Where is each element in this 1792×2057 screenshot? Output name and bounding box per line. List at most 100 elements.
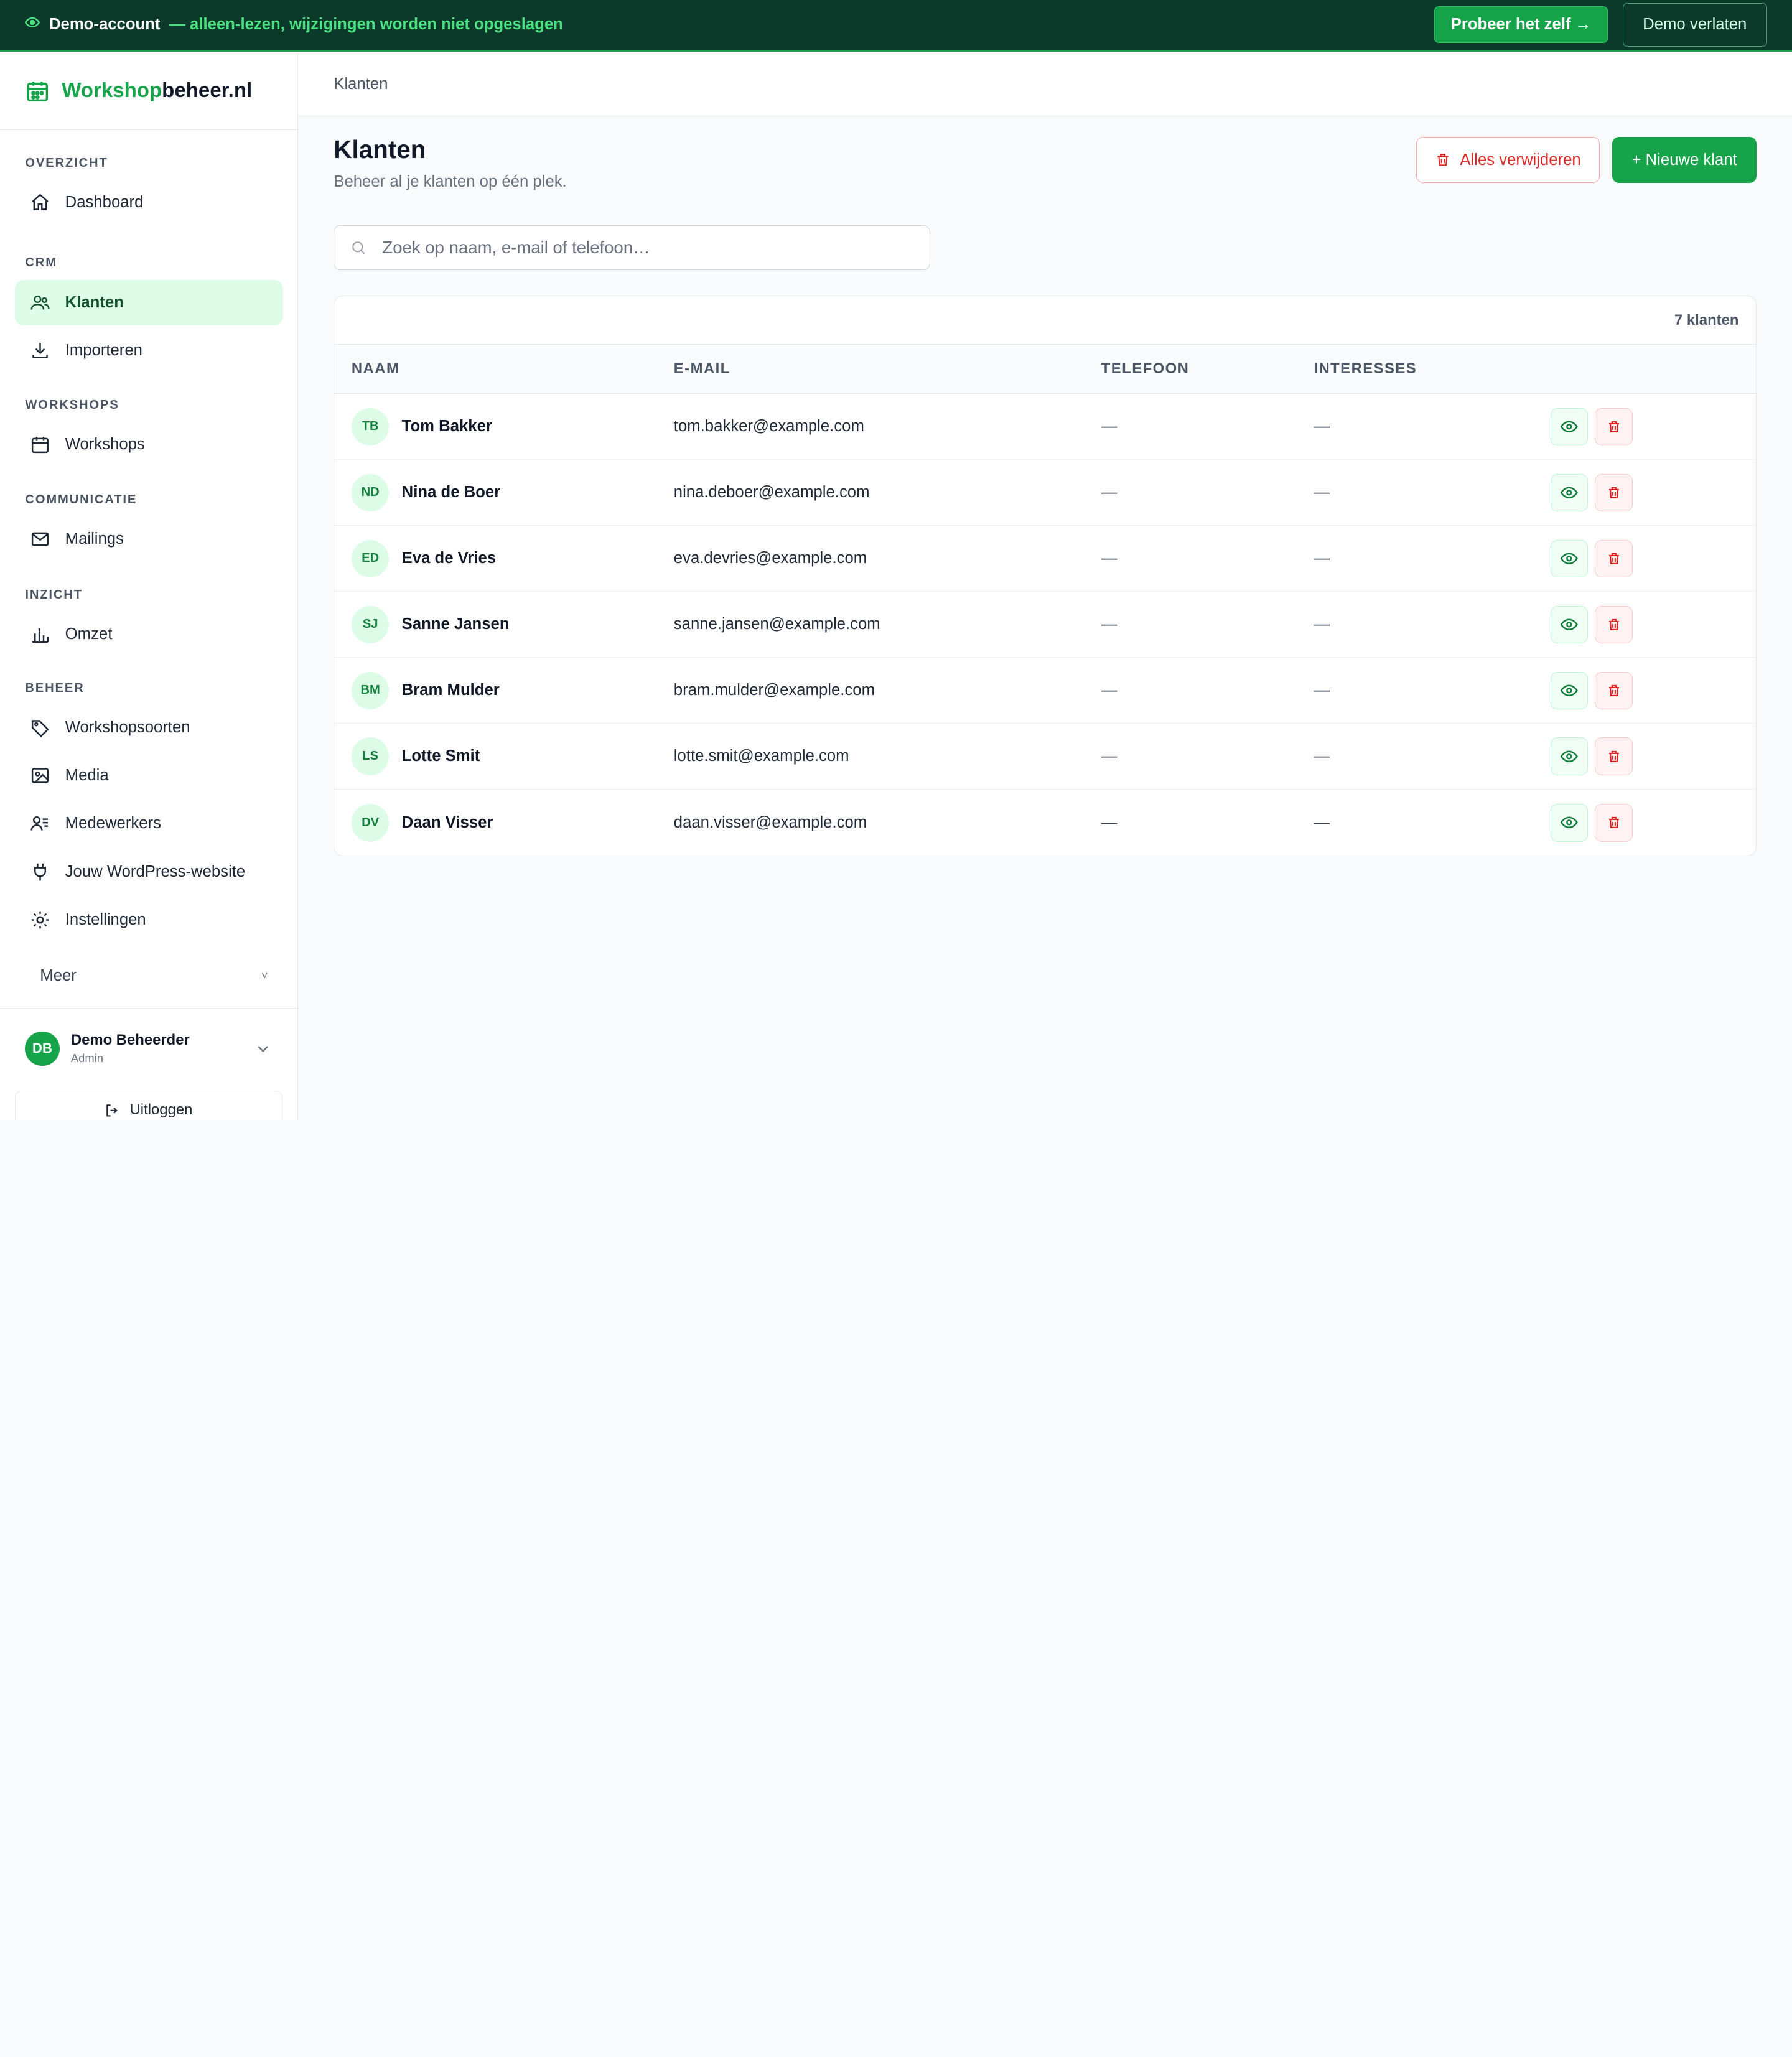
view-button[interactable] [1550,473,1589,512]
customer-name: Daan Visser [401,813,493,831]
users-icon [30,292,50,313]
delete-button[interactable] [1595,737,1633,776]
row-actions [1550,803,1633,842]
sidebar-item-klanten[interactable]: Klanten [14,279,283,326]
view-button[interactable] [1550,803,1589,842]
sidebar: Workshop beheer.nl OVERZICHT Dashboard CR… [0,52,299,1120]
logout-button[interactable]: Uitloggen [14,1091,282,1120]
customer-email: nina.deboer@example.com [673,483,870,501]
sidebar-item-medewerkers[interactable]: Medewerkers [15,801,283,846]
sidebar-item-label: Jouw WordPress-website [65,862,246,880]
sidebar-item-workshops[interactable]: Workshops [15,422,283,467]
sidebar-item-dashboard[interactable]: Dashboard [15,179,283,225]
customer-phone: — [1101,615,1118,633]
delete-button[interactable] [1595,408,1633,446]
customer-email: sanne.jansen@example.com [673,615,880,633]
table-row[interactable]: ED Eva de Vries eva.devries@example.com … [334,526,1756,592]
eye-icon [1561,553,1578,565]
user-name: Demo Beheerder [70,1032,190,1049]
name-cell: LS Lotte Smit [334,737,673,776]
table-header: NAAM E-MAIL TELEFOON INTERESSES [334,345,1756,394]
calendar-logo-icon [27,82,49,102]
table-row[interactable]: TB Tom Bakker tom.bakker@example.com — — [334,394,1756,460]
page-header: Klanten Beheer al je klanten op één plek… [334,116,1757,191]
row-actions [1550,539,1633,578]
search-input[interactable] [382,238,885,258]
add-customer-button[interactable]: + Nieuwe klant [1612,137,1757,183]
eye-icon [1561,684,1578,697]
view-button[interactable] [1550,605,1589,644]
sidebar-item-workshopsoorten[interactable]: Workshopsoorten [15,705,283,750]
column-header-phone: TELEFOON [1101,360,1190,378]
chevron-down-icon: ˅ [261,969,268,982]
sidebar-item-instellingen[interactable]: Instellingen [15,897,283,942]
sidebar-item-label: Instellingen [65,910,146,928]
view-button[interactable] [1550,737,1589,776]
page-heading: Klanten Beheer al je klanten op één plek… [334,135,566,192]
search-box [334,225,931,271]
user-info: Demo Beheerder Admin [71,1032,254,1065]
row-actions [1550,473,1633,512]
try-yourself-button[interactable]: Probeer het zelf → [1434,6,1608,44]
delete-button[interactable] [1595,605,1633,644]
image-icon [30,765,50,786]
delete-all-button[interactable]: Alles verwijderen [1416,137,1600,183]
name-cell: TB Tom Bakker [334,408,673,446]
sidebar-item-wordpress[interactable]: Jouw WordPress-website [15,849,283,894]
customer-phone: — [1101,681,1118,699]
table-row[interactable]: DV Daan Visser daan.visser@example.com —… [334,790,1756,856]
avatar: BM [351,671,390,710]
avatar: LS [351,737,390,776]
row-actions [1550,605,1633,644]
trash-icon [1608,684,1619,696]
brand-logo[interactable]: Workshop beheer.nl [0,52,298,131]
mail-icon [30,529,50,549]
row-actions [1550,408,1633,446]
row-actions [1550,737,1633,776]
breadcrumb-current: Klanten [334,75,388,93]
sidebar-item-importeren[interactable]: Importeren [15,328,283,373]
name-cell: BM Bram Mulder [334,671,673,710]
customers-table: 7 klanten NAAM E-MAIL TELEFOON INTERESSE… [334,295,1757,857]
eye-icon [1561,618,1578,631]
avatar: DV [351,803,390,842]
sidebar-item-omzet[interactable]: Omzet [15,611,283,656]
calendar-icon [30,434,50,455]
page-actions: Alles verwijderen + Nieuwe klant [1416,137,1757,183]
home-icon [30,192,50,213]
staff-icon [30,813,50,834]
sidebar-item-label: Workshops [65,435,145,453]
customer-phone: — [1101,549,1118,567]
table-row[interactable]: SJ Sanne Jansen sanne.jansen@example.com… [334,592,1756,658]
view-button[interactable] [1550,408,1589,446]
section-crm: CRM [25,255,57,269]
sidebar-item-label: Dashboard [65,193,144,211]
delete-button[interactable] [1595,539,1633,578]
brand-name-part2: beheer.nl [162,79,253,103]
table-row[interactable]: ND Nina de Boer nina.deboer@example.com … [334,460,1756,526]
sidebar-item-media[interactable]: Media [15,753,283,798]
tag-icon [30,717,50,738]
page-subtitle: Beheer al je klanten op één plek. [334,173,567,191]
view-button[interactable] [1550,671,1589,710]
download-icon [30,340,50,361]
trash-icon [1608,750,1619,762]
chevron-down-icon [258,1045,268,1052]
table-row[interactable]: BM Bram Mulder bram.mulder@example.com —… [334,658,1756,724]
section-overzicht: OVERZICHT [25,156,108,170]
demo-banner: Demo-account — alleen-lezen, wijzigingen… [0,0,1792,52]
view-button[interactable] [1550,539,1589,578]
user-profile-toggle[interactable]: DB Demo Beheerder Admin [0,1009,297,1066]
customer-name: Tom Bakker [401,417,492,436]
delete-button[interactable] [1595,473,1633,512]
table-row[interactable]: LS Lotte Smit lotte.smit@example.com — — [334,724,1756,790]
delete-button[interactable] [1595,671,1633,710]
more-toggle[interactable]: Meer ˅ [15,959,283,993]
sidebar-item-label: Mailings [65,530,124,548]
leave-demo-button[interactable]: Demo verlaten [1622,2,1767,47]
sidebar-item-mailings[interactable]: Mailings [15,516,283,562]
trash-icon [1608,487,1619,498]
customer-interests: — [1314,813,1330,831]
delete-button[interactable] [1595,803,1633,842]
sidebar-nav: OVERZICHT Dashboard CRM Klanten Importer… [0,130,297,992]
